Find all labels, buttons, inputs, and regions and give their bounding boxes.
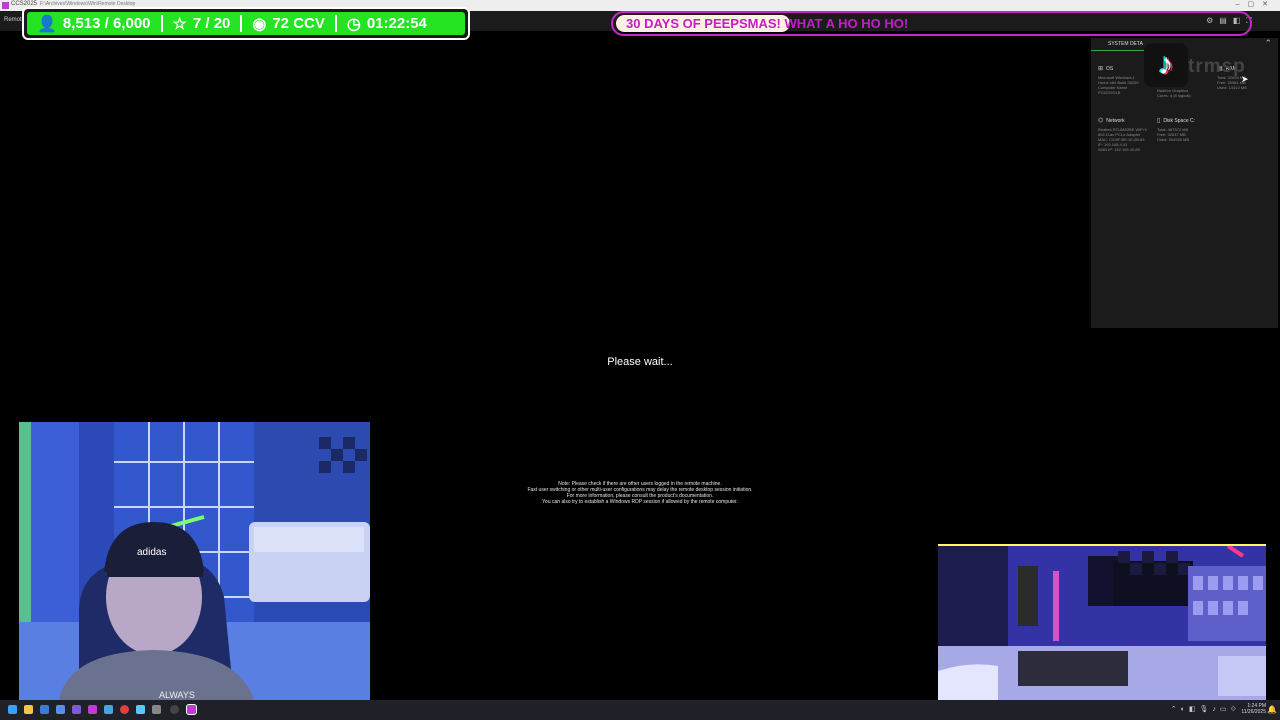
followers-stat: 👤 8,513 / 6,000 xyxy=(27,12,161,35)
subs-value: 7 / 20 xyxy=(192,15,231,32)
tiktok-handle: trmsp xyxy=(1188,56,1246,77)
mouse-cursor-icon: ➤ xyxy=(1241,74,1249,84)
app-icon xyxy=(2,2,9,9)
stream-stats-overlay: 👤 8,513 / 6,000 ☆ 7 / 20 ◉ 72 CCV ◷ 01:2… xyxy=(22,7,470,40)
taskbar-app-icon[interactable] xyxy=(104,705,113,714)
tiktok-icon: ♪ xyxy=(1144,43,1188,87)
taskbar-app-icon[interactable] xyxy=(88,705,97,714)
webcam-streamer-scene: adidas ALWAYS xyxy=(19,422,370,700)
panel-header-underline xyxy=(1091,50,1151,51)
taskbar-app-icon[interactable] xyxy=(136,705,145,714)
taskbar: ⌃◐◧🎙♪▭⟐ 1:24 PM 11/26/2025 🔔 xyxy=(0,700,1280,720)
timer-value: 01:22:54 xyxy=(366,15,427,32)
disk-icon: ▯ xyxy=(1157,118,1161,124)
ccv-value: 72 CCV xyxy=(272,15,325,32)
cap-logo-text: adidas xyxy=(137,547,166,558)
taskbar-clock[interactable]: 1:24 PM 11/26/2025 xyxy=(1241,703,1266,715)
taskbar-app-icon[interactable] xyxy=(170,705,179,714)
followers-value: 8,513 / 6,000 xyxy=(62,15,151,32)
os-line: PC6229GLB xyxy=(1098,90,1121,95)
star-icon: ☆ xyxy=(172,15,187,33)
banner-text: 30 DAYS OF PEEPSMAS! WHAT A HO HO HO! xyxy=(626,16,909,31)
taskbar-app-icon[interactable] xyxy=(56,705,65,714)
os-title: OS xyxy=(1106,66,1114,72)
cpu-line: Cores: 4 (8 logical) xyxy=(1157,93,1191,98)
shirt-text: ALWAYS xyxy=(159,690,195,700)
user-icon: 👤 xyxy=(37,15,57,33)
network-icon: ⌬ xyxy=(1098,118,1104,124)
network-line: WAN IP: 162.155.40.85 xyxy=(1098,147,1140,152)
panel-header: SYSTEM DETA xyxy=(1108,41,1143,47)
webcam-room-scene xyxy=(938,546,1266,701)
network-block: ⌬ Network Realtek RTL8852BE WiFi 6 802.11… xyxy=(1098,118,1156,152)
connection-note: Note: Please check if there are other us… xyxy=(500,481,780,505)
file-explorer-icon[interactable] xyxy=(24,705,33,714)
notification-bell-icon[interactable]: 🔔 xyxy=(1267,705,1277,714)
ccv-stat: ◉ 72 CCV xyxy=(242,12,335,35)
disk-block: ▯ Disk Space C: Total: 487372 MB Free: 92… xyxy=(1157,118,1215,142)
system-tray-icons[interactable]: ⌃◐◧🎙♪▭⟐ xyxy=(1171,705,1240,714)
os-block: ⊞ OS Microsoft Windows 1 Home x64 Build 2… xyxy=(1098,66,1150,95)
webcam-streamer: adidas ALWAYS xyxy=(19,422,370,700)
window-controls[interactable]: –▢✕ xyxy=(1236,0,1276,8)
clock-icon: ◷ xyxy=(346,15,361,33)
webcam-room xyxy=(938,544,1266,701)
taskbar-app-icon[interactable] xyxy=(152,705,161,714)
clock-date: 11/26/2025 xyxy=(1241,709,1266,715)
windows-icon: ⊞ xyxy=(1098,66,1104,72)
connection-status: Please wait... xyxy=(607,356,673,368)
eye-icon: ◉ xyxy=(252,15,267,33)
taskbar-app-icon[interactable] xyxy=(72,705,81,714)
disk-line: Used: 394935 MB xyxy=(1157,137,1190,142)
taskbar-app-icon[interactable] xyxy=(40,705,49,714)
timer-stat: ◷ 01:22:54 xyxy=(337,12,437,35)
event-banner: 30 DAYS OF PEEPSMAS! WHAT A HO HO HO! xyxy=(611,11,1252,36)
ram-line: Used: 13413 MB xyxy=(1217,85,1247,90)
browser-icon[interactable] xyxy=(120,705,129,714)
start-button-icon[interactable] xyxy=(8,705,17,714)
subs-stat: ☆ 7 / 20 xyxy=(163,12,241,35)
disk-title: Disk Space C: xyxy=(1163,118,1195,124)
network-title: Network xyxy=(1106,118,1125,124)
active-app-icon[interactable] xyxy=(186,704,197,715)
chevron-up-icon[interactable]: ⌃ xyxy=(1264,38,1272,49)
note-line: You can also try to establish a Windows … xyxy=(542,499,738,505)
